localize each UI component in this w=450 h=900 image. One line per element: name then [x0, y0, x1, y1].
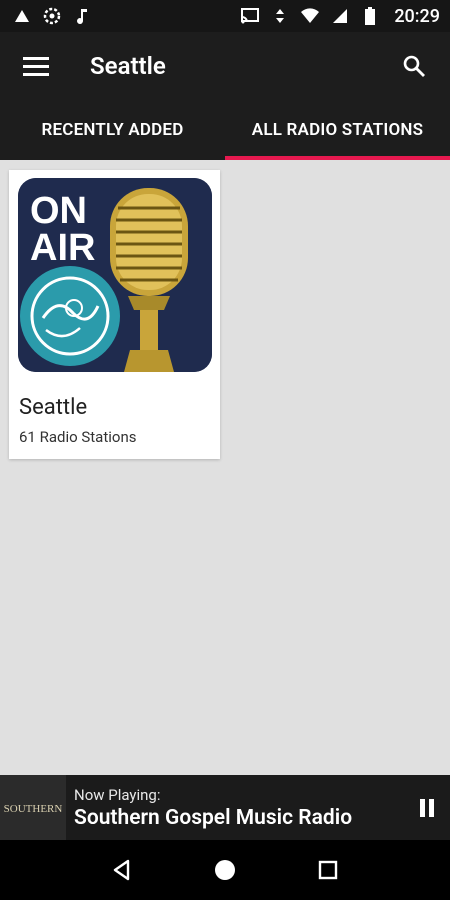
- tab-all-radio-stations[interactable]: ALL RADIO STATIONS: [225, 100, 450, 160]
- menu-button[interactable]: [0, 32, 72, 100]
- settings-icon: [42, 6, 62, 26]
- on-air-line2: AIR: [30, 227, 95, 269]
- tab-recently-added[interactable]: RECENTLY ADDED: [0, 100, 225, 160]
- city-seal-icon: [20, 266, 120, 366]
- now-playing-title: Southern Gospel Music Radio: [74, 805, 353, 830]
- search-button[interactable]: [378, 32, 450, 100]
- station-card[interactable]: ON AIR Seattle 61 Radio Stations: [9, 170, 220, 459]
- wifi-icon: [300, 6, 320, 26]
- status-bar: 20:29: [0, 0, 450, 32]
- back-icon: [113, 859, 129, 881]
- page-title: Seattle: [90, 52, 166, 80]
- recents-icon: [319, 860, 338, 880]
- notification-icon: [12, 6, 32, 26]
- back-button[interactable]: [102, 850, 142, 890]
- card-title: Seattle: [19, 395, 88, 420]
- now-playing-text: Now Playing: Southern Gospel Music Radio: [66, 786, 404, 830]
- screen: 20:29 Seattle RECENTLY ADDED ALL RADIO S…: [0, 0, 450, 900]
- card-subtitle: 61 Radio Stations: [19, 428, 137, 446]
- cast-icon: [240, 6, 260, 26]
- status-bar-right: 20:29: [240, 6, 440, 27]
- home-icon: [214, 860, 235, 880]
- card-image: ON AIR: [18, 178, 212, 372]
- data-arrows-icon: [270, 6, 290, 26]
- pause-icon: [420, 798, 434, 817]
- home-button[interactable]: [205, 850, 245, 890]
- thumbnail-text: SOUTHERN: [4, 803, 63, 815]
- now-playing-bar[interactable]: SOUTHERN Now Playing: Southern Gospel Mu…: [0, 775, 450, 840]
- on-air-line1: ON: [30, 190, 87, 232]
- search-icon: [403, 55, 425, 77]
- music-note-icon: [72, 6, 92, 26]
- cellular-signal-icon: [330, 6, 350, 26]
- now-playing-label: Now Playing:: [74, 785, 161, 804]
- tab-bar: RECENTLY ADDED ALL RADIO STATIONS: [0, 100, 450, 160]
- battery-icon: [360, 6, 380, 26]
- pause-button[interactable]: [404, 775, 450, 840]
- navigation-bar: [0, 840, 450, 900]
- hamburger-menu-icon: [23, 57, 49, 76]
- now-playing-thumbnail: SOUTHERN: [0, 775, 66, 840]
- app-bar: Seattle: [0, 32, 450, 100]
- recents-button[interactable]: [308, 850, 348, 890]
- status-time: 20:29: [394, 5, 440, 27]
- status-bar-left: [12, 6, 92, 26]
